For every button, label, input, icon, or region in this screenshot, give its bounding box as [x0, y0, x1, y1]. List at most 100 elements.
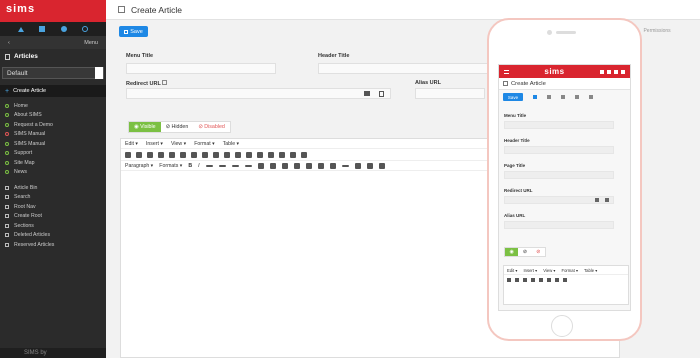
- anchor-icon[interactable]: [235, 151, 241, 158]
- menu-insert[interactable]: Insert ▾: [146, 141, 163, 147]
- save-button[interactable]: Save: [119, 26, 148, 37]
- globe-icon[interactable]: [60, 26, 67, 32]
- pages-icon[interactable]: [39, 26, 46, 32]
- paste-icon[interactable]: [169, 151, 175, 158]
- spellcheck-icon[interactable]: [136, 151, 142, 158]
- header-title-field[interactable]: [318, 63, 488, 74]
- paste-text-icon[interactable]: [180, 151, 186, 158]
- code-icon[interactable]: [301, 151, 307, 158]
- phone-editor[interactable]: Edit ▾ Insert ▾ View ▾ Format ▾ Table ▾: [503, 265, 629, 305]
- sidebar-item-root-nav[interactable]: Root Nav: [0, 202, 106, 212]
- sidebar-item-create-article[interactable]: + Create Article: [0, 85, 106, 97]
- media-icon[interactable]: [290, 151, 296, 158]
- clear-format-icon[interactable]: [329, 162, 336, 169]
- hidden-button[interactable]: ⊘ Hidden: [160, 122, 194, 132]
- image-icon[interactable]: [279, 151, 285, 158]
- text-color-icon[interactable]: [366, 162, 373, 169]
- formats-select[interactable]: Formats ▾: [159, 163, 182, 169]
- bullet-list-icon[interactable]: [257, 162, 264, 169]
- bold-icon[interactable]: B: [188, 163, 192, 169]
- phone-menu-title-field[interactable]: [504, 121, 614, 129]
- home-button[interactable]: [551, 315, 573, 337]
- menu-insert[interactable]: Insert ▾: [523, 268, 537, 273]
- phone-alias-url-field[interactable]: [504, 221, 614, 229]
- cut-icon[interactable]: [523, 278, 527, 282]
- align-right-icon[interactable]: [231, 164, 239, 167]
- special-char-icon[interactable]: [257, 151, 263, 158]
- phone-page-title-field[interactable]: [504, 171, 614, 179]
- sidebar-item-create-root[interactable]: Create Root: [0, 212, 106, 222]
- menu-view[interactable]: View ▾: [543, 268, 555, 273]
- home-icon[interactable]: [599, 69, 604, 74]
- list-item[interactable]: News: [0, 168, 106, 178]
- menu-view[interactable]: View ▾: [171, 141, 186, 147]
- fullscreen-icon[interactable]: [378, 162, 385, 169]
- list-item[interactable]: About SIMS: [0, 111, 106, 121]
- sidebar-item-search[interactable]: Search: [0, 193, 106, 203]
- list-item[interactable]: Support: [0, 149, 106, 159]
- menu-edit[interactable]: Edit ▾: [507, 268, 517, 273]
- number-list-icon[interactable]: [269, 162, 276, 169]
- undo-icon[interactable]: [555, 278, 559, 282]
- sidebar-item-sections[interactable]: Sections: [0, 221, 106, 231]
- sidebar-item-deleted-articles[interactable]: Deleted Articles: [0, 231, 106, 241]
- link-icon[interactable]: [213, 151, 219, 158]
- home-icon[interactable]: [17, 26, 24, 32]
- phone-hidden-button[interactable]: ⊘: [518, 248, 532, 256]
- disabled-button[interactable]: ⊘ Disabled: [193, 122, 230, 132]
- outdent-icon[interactable]: [281, 162, 288, 169]
- sidebar-item-reserved-articles[interactable]: Reserved Articles: [0, 240, 106, 250]
- share-tab-icon[interactable]: [547, 95, 551, 99]
- table-icon[interactable]: [246, 151, 252, 158]
- list-item[interactable]: Home: [0, 101, 106, 111]
- folder-icon[interactable]: [364, 91, 370, 96]
- menu-format[interactable]: Format ▾: [194, 141, 214, 147]
- strikethrough-icon[interactable]: [354, 162, 361, 169]
- phone-visible-button[interactable]: ◉: [505, 248, 519, 256]
- redirect-url-field[interactable]: [126, 88, 391, 99]
- list-item[interactable]: Request a Demo: [0, 120, 106, 130]
- select-arrow-icon[interactable]: [95, 67, 103, 79]
- paste-icon[interactable]: [539, 278, 543, 282]
- settings-icon[interactable]: [613, 69, 618, 74]
- copy-icon[interactable]: [158, 151, 164, 158]
- phone-disabled-button[interactable]: ⊘: [531, 248, 545, 256]
- binoculars-icon[interactable]: [125, 151, 131, 158]
- visible-button[interactable]: ◉ Visible: [129, 122, 161, 132]
- pages-icon[interactable]: [606, 69, 611, 74]
- folder-icon[interactable]: [595, 198, 599, 202]
- menu-table[interactable]: Table ▾: [584, 268, 597, 273]
- undo-icon[interactable]: [191, 151, 197, 158]
- menu-table[interactable]: Table ▾: [223, 141, 239, 147]
- subscript-icon[interactable]: [305, 162, 312, 169]
- phone-redirect-url-field[interactable]: [504, 196, 614, 204]
- cut-icon[interactable]: [147, 151, 153, 158]
- attachment-tab-icon[interactable]: [575, 95, 579, 99]
- copy-icon[interactable]: [531, 278, 535, 282]
- content-tab-icon[interactable]: [533, 95, 537, 99]
- power-icon[interactable]: [82, 26, 89, 32]
- alias-url-field[interactable]: [415, 88, 485, 99]
- browse-icon[interactable]: [379, 90, 384, 97]
- tab-permissions[interactable]: Permissions: [643, 28, 670, 34]
- indent-icon[interactable]: [293, 162, 300, 169]
- superscript-icon[interactable]: [317, 162, 324, 169]
- menu-edit[interactable]: Edit ▾: [125, 141, 138, 147]
- list-item[interactable]: SIMS Manual: [0, 139, 106, 149]
- align-justify-icon[interactable]: [244, 164, 252, 167]
- lock-tab-icon[interactable]: [589, 95, 593, 99]
- menu-title-field[interactable]: [126, 63, 276, 74]
- menu-bar[interactable]: ‹ Menu: [0, 36, 106, 49]
- redo-icon[interactable]: [563, 278, 567, 282]
- list-item[interactable]: SIMS Manual: [0, 130, 106, 140]
- redo-icon[interactable]: [202, 151, 208, 158]
- align-left-icon[interactable]: [205, 164, 213, 167]
- italic-icon[interactable]: I: [198, 163, 199, 169]
- code-tab-icon[interactable]: [561, 95, 565, 99]
- browse-icon[interactable]: [605, 198, 609, 202]
- menu-format[interactable]: Format ▾: [562, 268, 579, 273]
- sidebar-item-article-bin[interactable]: Article Bin: [0, 183, 106, 193]
- power-icon[interactable]: [620, 69, 625, 74]
- menu-label[interactable]: Menu: [84, 40, 98, 46]
- site-select[interactable]: Default: [2, 67, 104, 79]
